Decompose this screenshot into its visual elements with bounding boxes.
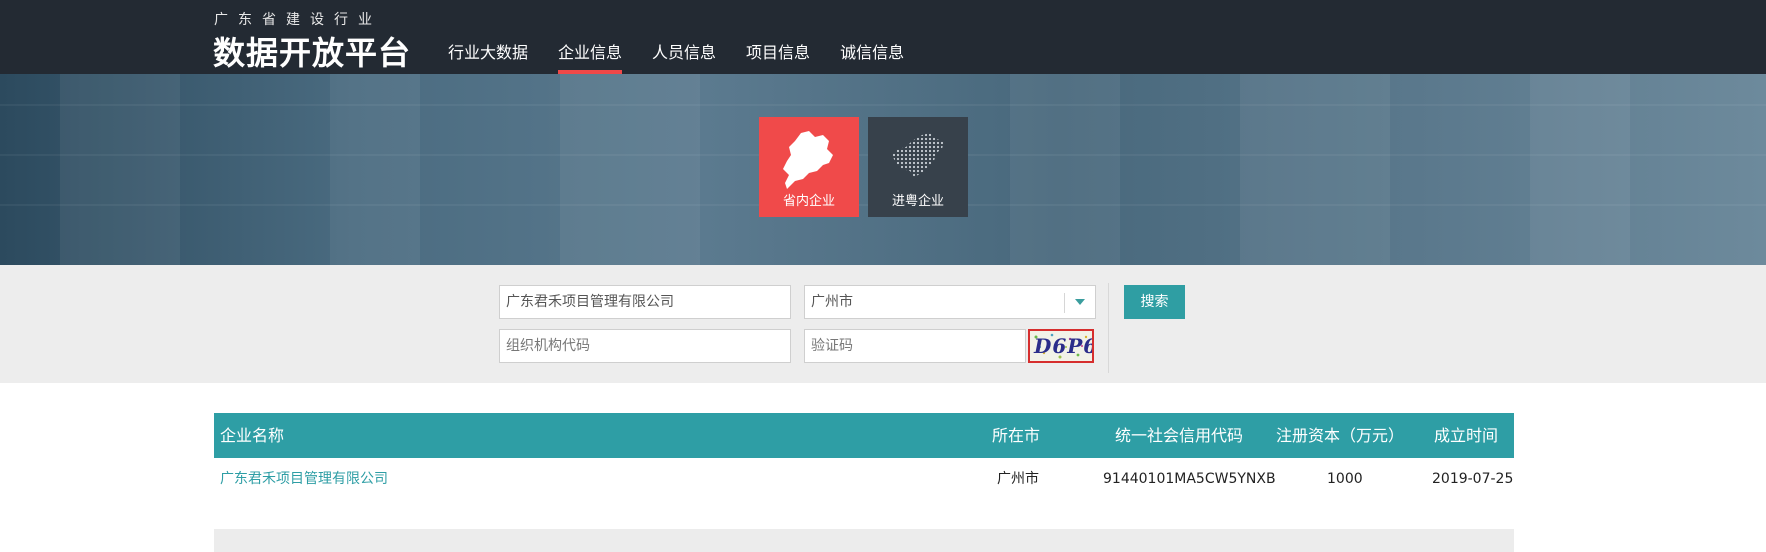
nav-item-industry-data[interactable]: 行业大数据 — [448, 0, 528, 74]
search-panel — [0, 265, 1766, 383]
city-select[interactable]: 广州市 — [804, 285, 1096, 319]
banner-decor — [0, 104, 1766, 106]
banner-decor — [1240, 74, 1390, 265]
nav-item-project-info[interactable]: 项目信息 — [746, 0, 810, 74]
search-button[interactable]: 搜索 — [1124, 285, 1185, 319]
column-header-city: 所在市 — [992, 426, 1041, 445]
banner: 省内企业 进粤企业 — [0, 74, 1766, 265]
tile-outside-enterprises[interactable]: 进粤企业 — [868, 117, 968, 217]
banner-decor — [330, 74, 420, 265]
china-map-icon — [892, 133, 944, 177]
brand-title[interactable]: 数据开放平台 — [213, 28, 411, 74]
city-select-value: 广州市 — [811, 294, 853, 310]
main-nav: 行业大数据 企业信息 人员信息 项目信息 诚信信息 — [448, 0, 934, 74]
nav-item-personnel-info[interactable]: 人员信息 — [652, 0, 716, 74]
chevron-down-icon[interactable] — [1075, 299, 1085, 305]
tile-label: 进粤企业 — [891, 194, 944, 209]
table-header: 企业名称 所在市 统一社会信用代码 注册资本（万元） 成立时间 — [214, 413, 1514, 458]
tile-label: 省内企业 — [782, 194, 835, 209]
banner-decor — [1010, 74, 1120, 265]
company-name-input[interactable]: 广东君禾项目管理有限公司 — [499, 285, 791, 319]
tile-province-enterprises[interactable]: 省内企业 — [759, 117, 859, 217]
cell-credit-code: 91440101MA5CW5YNXB — [1103, 471, 1276, 487]
select-divider — [1064, 293, 1065, 313]
banner-decor — [60, 74, 180, 265]
captcha-text: D6P6B — [1034, 334, 1092, 358]
table-row: 广东君禾项目管理有限公司 广州市 91440101MA5CW5YNXB 1000… — [214, 458, 1514, 500]
divider — [1108, 283, 1109, 373]
banner-decor — [1530, 74, 1630, 265]
column-header-credit-code: 统一社会信用代码 — [1115, 426, 1244, 445]
column-header-company-name: 企业名称 — [220, 426, 285, 445]
cell-founded: 2019-07-25 — [1432, 471, 1514, 487]
column-header-capital: 注册资本（万元） — [1276, 426, 1405, 445]
brand-subtitle: 广东省建设行业 — [214, 12, 382, 28]
cell-capital: 1000 — [1327, 471, 1363, 487]
org-code-input[interactable]: 组织机构代码 — [499, 329, 791, 363]
pagination-area — [214, 529, 1514, 552]
company-name-link[interactable]: 广东君禾项目管理有限公司 — [220, 458, 388, 500]
guangdong-map-icon — [783, 131, 833, 189]
banner-decor — [560, 74, 700, 265]
nav-item-enterprise-info[interactable]: 企业信息 — [558, 0, 623, 74]
captcha-image[interactable]: D6P6B — [1028, 329, 1094, 363]
column-header-founded: 成立时间 — [1434, 426, 1499, 445]
nav-item-credit-info[interactable]: 诚信信息 — [840, 0, 904, 74]
cell-city: 广州市 — [997, 471, 1039, 487]
top-header: 广东省建设行业 数据开放平台 行业大数据 企业信息 人员信息 项目信息 诚信信息 — [0, 0, 1766, 74]
captcha-input[interactable]: 验证码 — [804, 329, 1026, 363]
